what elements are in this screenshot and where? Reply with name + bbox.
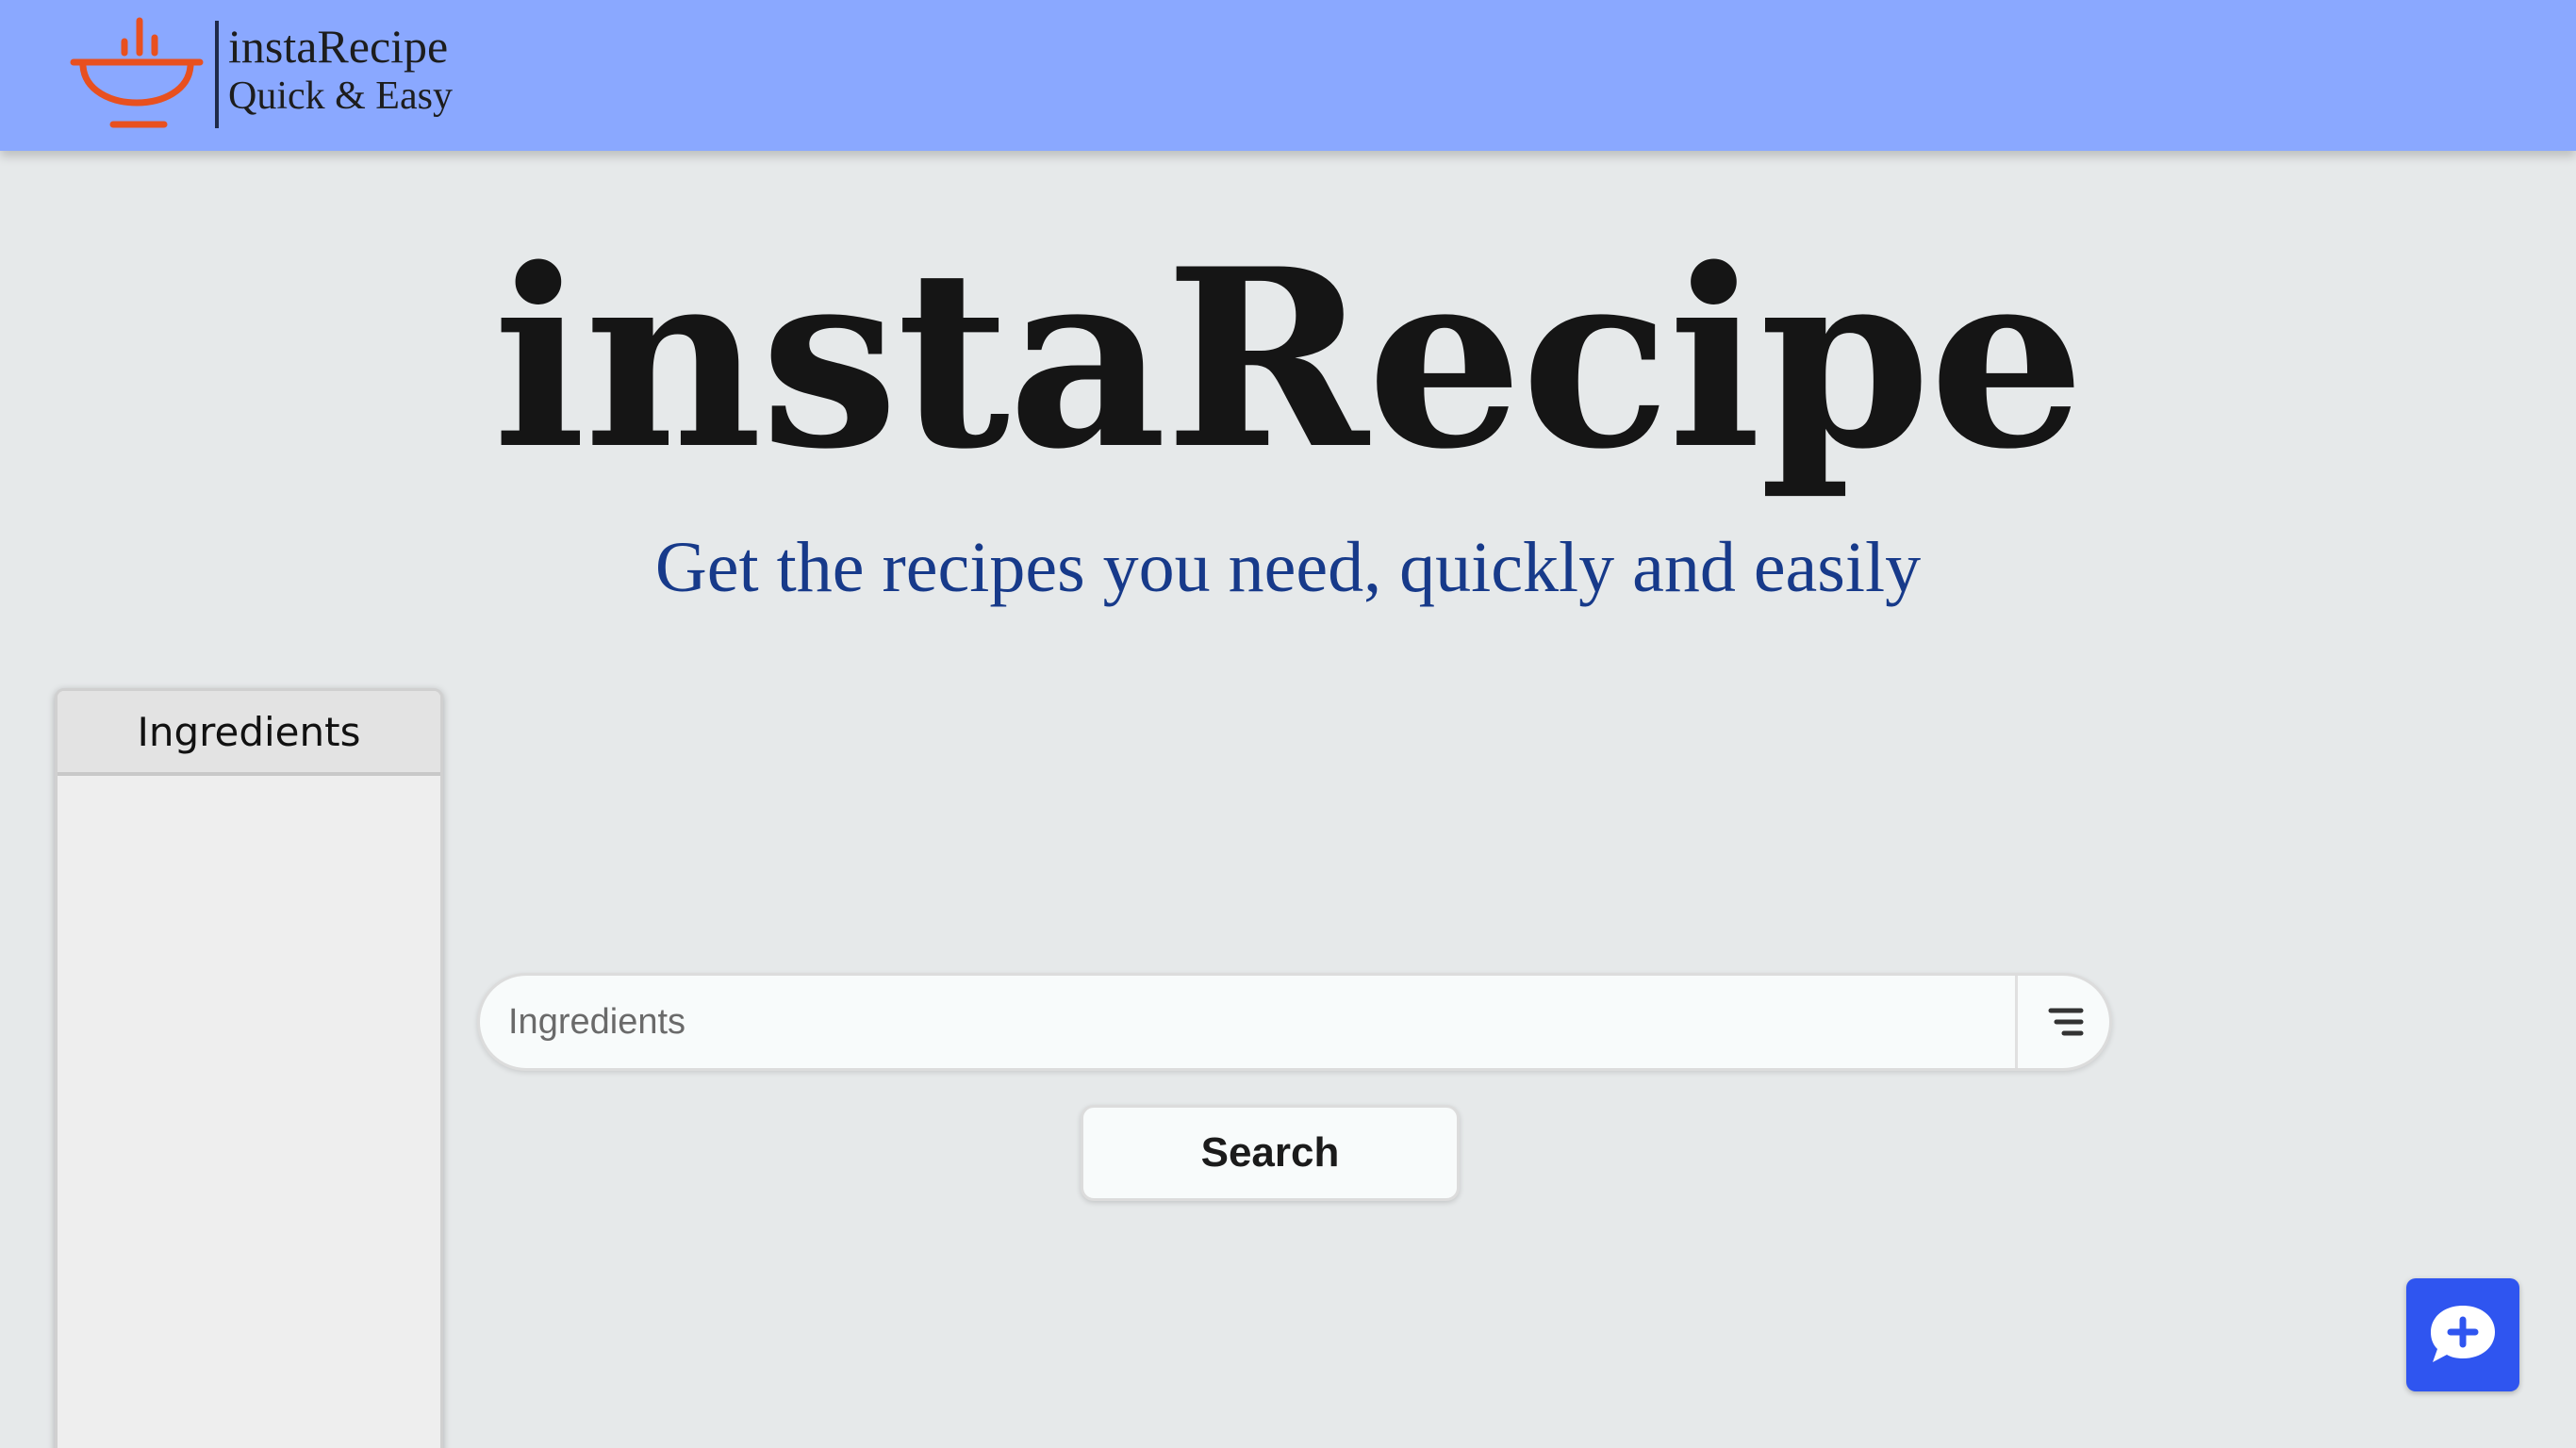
chat-plus-icon (2431, 1306, 2495, 1362)
ingredients-search-input[interactable] (508, 976, 2007, 1068)
filter-button[interactable] (2019, 976, 2109, 1068)
hero-title: instaRecipe (492, 216, 2086, 503)
search-button[interactable]: Search (1081, 1105, 1460, 1201)
filter-icon (2048, 1008, 2084, 1036)
bowl-icon (70, 17, 204, 128)
filter-divider (2015, 976, 2018, 1068)
ingredients-panel-header: Ingredients (58, 691, 440, 776)
top-header: instaRecipe Quick & Easy (0, 0, 2576, 151)
logo-link[interactable]: instaRecipe Quick & Easy (66, 17, 462, 132)
chat-button[interactable] (2406, 1278, 2519, 1391)
page: instaRecipe Quick & Easy instaRecipe Get… (0, 0, 2576, 1448)
ingredients-list (58, 776, 440, 1448)
hero-subtitle: Get the recipes you need, quickly and ea… (654, 528, 1922, 607)
ingredients-panel: Ingredients (55, 688, 443, 1448)
ingredients-panel-title: Ingredients (137, 708, 361, 755)
logo-text: instaRecipe Quick & Easy (228, 21, 453, 121)
search-bar (477, 973, 2112, 1071)
logo-title: instaRecipe (228, 20, 449, 73)
logo-subtitle: Quick & Easy (228, 74, 453, 118)
logo-divider (215, 21, 219, 128)
